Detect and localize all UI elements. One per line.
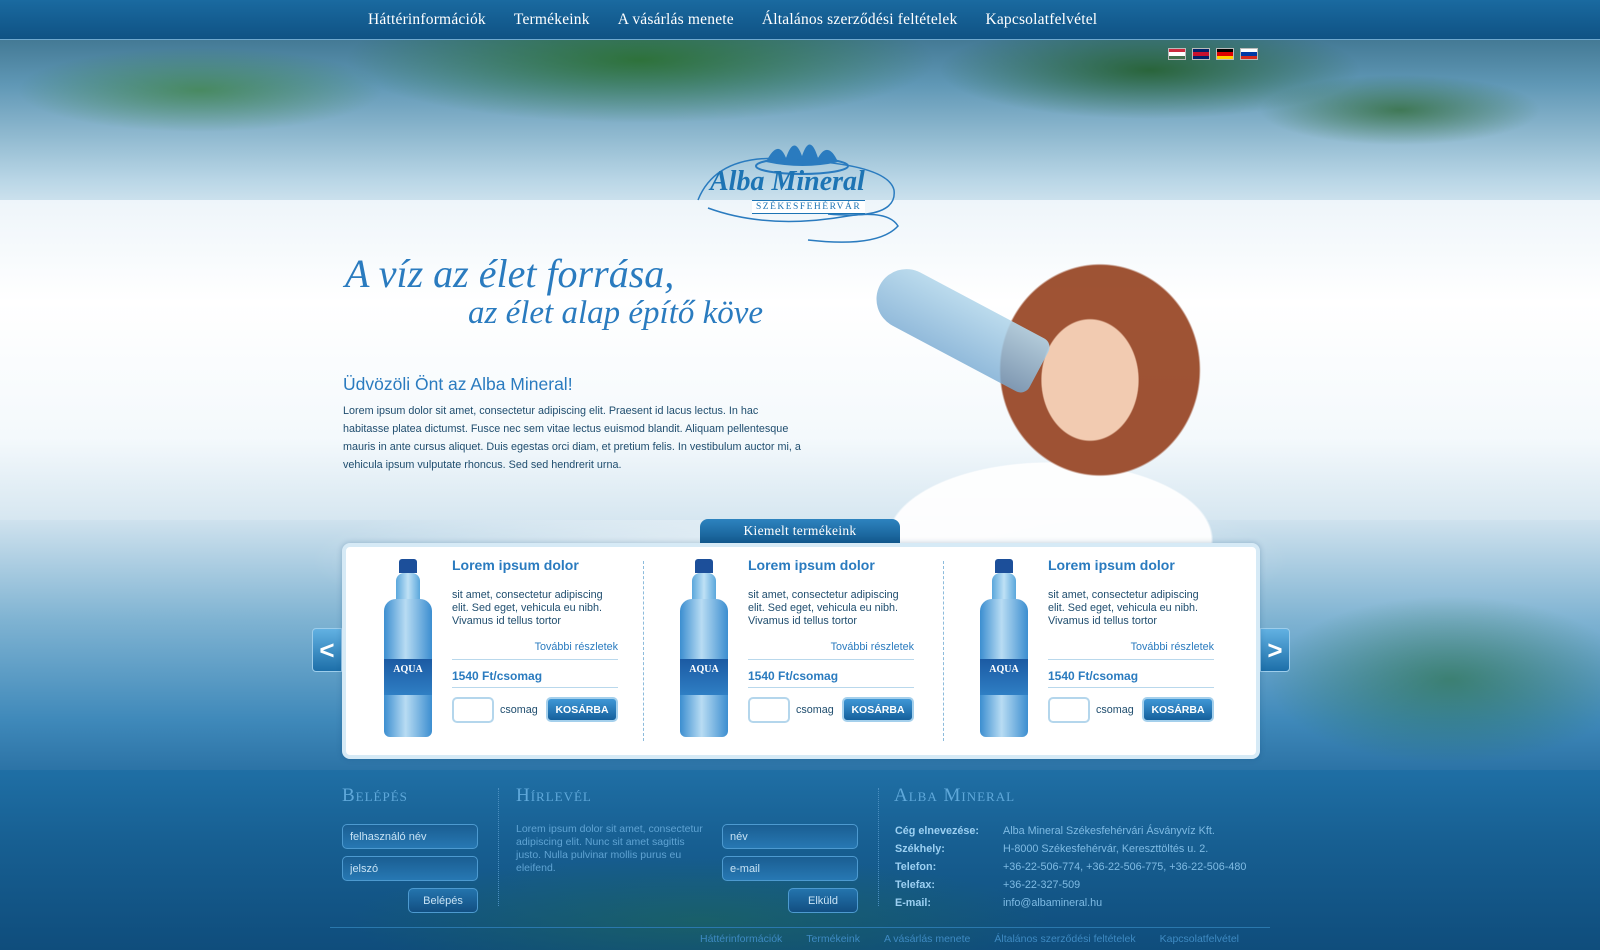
tagline-line-1: A víz az élet forrása, [345,251,675,296]
english-flag-icon[interactable] [1192,48,1210,60]
water-bottle-image: AQUA [680,559,728,737]
product-card: AQUA Lorem ipsum dolor sit amet, consect… [346,547,636,755]
divider [1048,687,1214,688]
product-description: sit amet, consectetur adipiscing elit. S… [748,589,899,627]
tagline-line-2: az élet alap építő köve [468,295,764,331]
divider [748,659,914,660]
water-bottle-image: AQUA [384,559,432,737]
company-key: Telefon: [895,861,937,873]
carousel-prev-button[interactable]: < [312,628,342,672]
language-selector [1168,48,1258,60]
footer-nav-contact[interactable]: Kapcsolatfelvétel [1160,933,1239,945]
nav-item-purchase-process[interactable]: A vásárlás menete [618,11,734,29]
company-row: Telefon: +36-22-506-774, +36-22-506-775,… [895,858,1246,876]
welcome-title: Üdvözöli Önt az Alba Mineral! [343,374,573,394]
newsletter-submit-button[interactable]: Elküld [788,888,858,913]
company-email-link[interactable]: info@albamineral.hu [1003,894,1246,912]
quantity-input[interactable] [452,697,494,723]
bottom-navigation: Háttérinformációk Termékeink A vásárlás … [700,933,1239,945]
footer-nav-products[interactable]: Termékeink [806,933,860,945]
nav-item-contact[interactable]: Kapcsolatfelvétel [985,11,1097,29]
newsletter-name-input[interactable] [722,824,858,849]
company-row: Cég elnevezése: Alba Mineral Székesfehér… [895,822,1246,840]
footer-divider [878,788,879,906]
featured-products-tab: Kiemelt termékeink [700,519,900,543]
divider [452,659,618,660]
quantity-unit-label: csomag [796,704,834,716]
company-key: Székhely: [895,843,945,855]
footer-nav-terms[interactable]: Általános szerződési feltételek [994,933,1135,945]
footer-nav-background-info[interactable]: Háttérinformációk [700,933,782,945]
tagline: A víz az élet forrása, az élet alap épít… [345,250,763,332]
product-card: AQUA Lorem ipsum dolor sit amet, consect… [642,547,932,755]
footer-nav-purchase-process[interactable]: A vásárlás menete [884,933,970,945]
russian-flag-icon[interactable] [1240,48,1258,60]
divider [452,687,618,688]
product-title[interactable]: Lorem ipsum dolor [1048,557,1175,573]
mist-area [0,200,1600,540]
company-row: Székhely: H-8000 Székesfehérvár, Kereszt… [895,840,1246,858]
nav-item-terms[interactable]: Általános szerződési feltételek [762,11,958,29]
company-value: +36-22-506-774, +36-22-506-775, +36-22-5… [1003,861,1247,873]
footer-separator-line [330,927,1270,928]
product-title[interactable]: Lorem ipsum dolor [452,557,579,573]
login-button[interactable]: Belépés [408,888,478,913]
footer-divider [498,788,499,906]
company-heading: Alba Mineral [894,785,1016,806]
product-title[interactable]: Lorem ipsum dolor [748,557,875,573]
product-description: sit amet, consectetur adipiscing elit. S… [1048,589,1199,627]
quantity-input[interactable] [748,697,790,723]
nav-item-background-info[interactable]: Háttérinformációk [368,11,486,29]
product-description: sit amet, consectetur adipiscing elit. S… [452,589,603,627]
add-to-cart-button[interactable]: KOSÁRBA [1142,697,1214,722]
product-details-link[interactable]: További részletek [1131,641,1214,653]
company-info-table: Cég elnevezése: Alba Mineral Székesfehér… [895,822,1246,912]
company-value: H-8000 Székesfehérvár, Kereszttöltés u. … [1003,843,1209,855]
nav-item-products[interactable]: Termékeink [514,11,590,29]
login-heading: Belépés [342,785,408,806]
company-value: +36-22-327-509 [1003,879,1081,891]
product-details-link[interactable]: További részletek [535,641,618,653]
quantity-unit-label: csomag [500,704,538,716]
username-input[interactable] [342,824,478,849]
carousel-next-button[interactable]: > [1260,628,1290,672]
product-price: 1540 Ft/csomag [748,669,839,683]
quantity-input[interactable] [1048,697,1090,723]
top-nav-menu: Háttérinformációk Termékeink A vásárlás … [368,11,1097,29]
company-value: Alba Mineral Székesfehérvári Ásványvíz K… [1003,825,1215,837]
welcome-text: Lorem ipsum dolor sit amet, consectetur … [343,405,801,471]
add-to-cart-button[interactable]: KOSÁRBA [546,697,618,722]
product-price: 1540 Ft/csomag [452,669,543,683]
divider [1048,659,1214,660]
password-input[interactable] [342,856,478,881]
logo-name: Alba Mineral [710,166,865,197]
company-row: Telefax: +36-22-327-509 [895,876,1246,894]
quantity-unit-label: csomag [1096,704,1134,716]
featured-products-panel: AQUA Lorem ipsum dolor sit amet, consect… [342,543,1260,759]
newsletter-text: Lorem ipsum dolor sit amet, consectetur … [516,823,703,874]
alba-mineral-logo[interactable]: Alba Mineral SZÉKESFEHÉRVÁR [688,130,918,250]
company-key: E-mail: [895,897,931,909]
newsletter-email-input[interactable] [722,856,858,881]
hungarian-flag-icon[interactable] [1168,48,1186,60]
product-price: 1540 Ft/csomag [1048,669,1139,683]
product-card: AQUA Lorem ipsum dolor sit amet, consect… [942,547,1232,755]
water-bottle-image: AQUA [980,559,1028,737]
divider [748,687,914,688]
newsletter-heading: Hírlevél [516,785,592,806]
company-key: Cég elnevezése: [895,825,980,837]
company-key: Telefax: [895,879,936,891]
german-flag-icon[interactable] [1216,48,1234,60]
company-row: E-mail: info@albamineral.hu [895,894,1246,912]
add-to-cart-button[interactable]: KOSÁRBA [842,697,914,722]
top-navigation: Háttérinformációk Termékeink A vásárlás … [0,0,1600,40]
logo-city: SZÉKESFEHÉRVÁR [752,200,866,214]
product-details-link[interactable]: További részletek [831,641,914,653]
